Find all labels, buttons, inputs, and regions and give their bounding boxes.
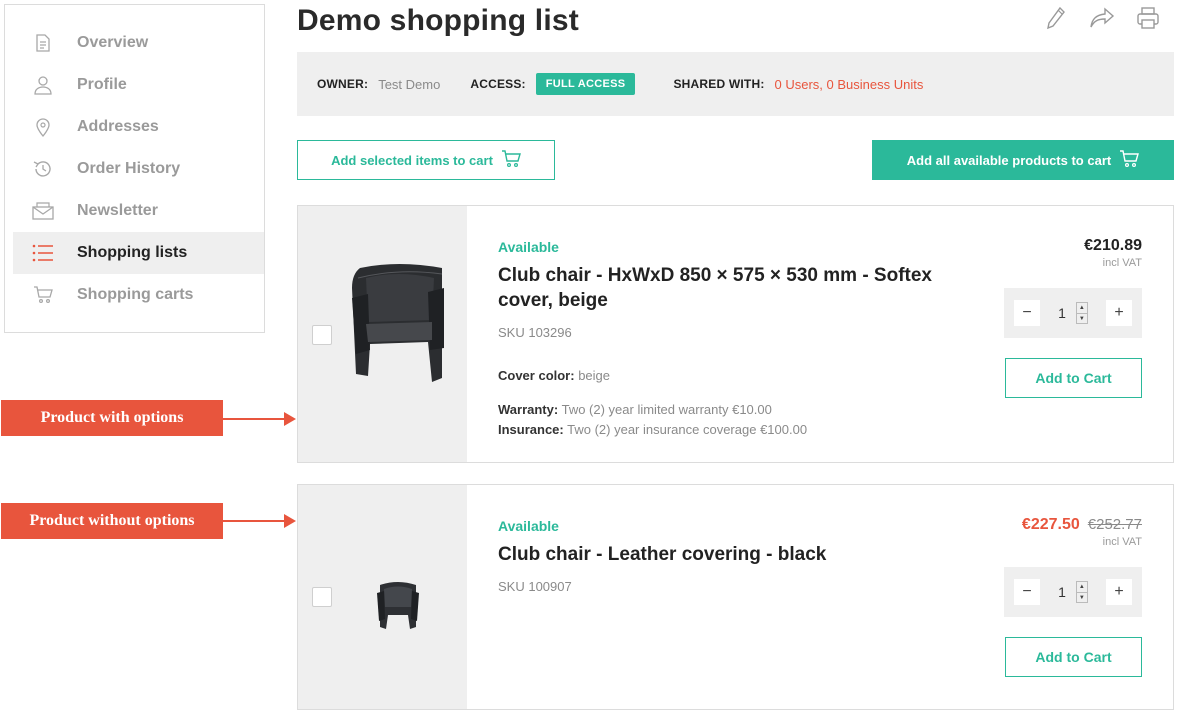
- availability-status: Available: [498, 518, 559, 534]
- option-insurance: Insurance: Two (2) year insurance covera…: [498, 422, 958, 437]
- price-block: €210.89 incl VAT: [1002, 237, 1142, 269]
- quantity-spinner[interactable]: ▲ ▼: [1075, 302, 1088, 324]
- increase-quantity-button[interactable]: +: [1105, 579, 1132, 605]
- access-badge: FULL ACCESS: [535, 73, 636, 95]
- option-label: Warranty:: [498, 402, 559, 417]
- list-info-bar: OWNER: Test Demo ACCESS: FULL ACCESS SHA…: [297, 52, 1174, 116]
- sidebar-item-label: Addresses: [77, 118, 159, 135]
- original-price: €252.77: [1087, 516, 1142, 533]
- product-name-link[interactable]: Club chair - Leather covering - black: [498, 542, 958, 567]
- quantity-stepper: − 1 ▲ ▼ +: [1004, 288, 1142, 338]
- product-price: €210.89: [1084, 237, 1142, 254]
- product-image-club-chair[interactable]: [376, 579, 420, 633]
- quantity-spinner[interactable]: ▲ ▼: [1075, 581, 1088, 603]
- price-line: €227.50 €252.77: [942, 516, 1142, 534]
- owner-label: OWNER:: [317, 77, 369, 91]
- option-value: Two (2) year insurance coverage €100.00: [567, 422, 808, 437]
- product-sku: SKU 103296: [498, 325, 572, 340]
- decrease-quantity-button[interactable]: −: [1014, 579, 1040, 605]
- product-image-column: [298, 485, 467, 709]
- access-label: ACCESS:: [470, 77, 526, 91]
- option-label: Insurance:: [498, 422, 564, 437]
- account-sidebar: Overview Profile Addresses Order History…: [4, 4, 265, 333]
- quantity-value: 1: [1058, 584, 1066, 600]
- cart-icon: [31, 283, 55, 307]
- product-image-column: [298, 206, 467, 462]
- sidebar-item-label: Profile: [77, 76, 127, 93]
- shared-with-link[interactable]: 0 Users, 0 Business Units: [775, 77, 924, 92]
- add-all-to-cart-button[interactable]: Add all available products to cart: [872, 140, 1174, 180]
- annotation-product-without-options: Product without options: [1, 503, 223, 539]
- cart-icon: [501, 149, 521, 171]
- add-to-cart-button[interactable]: Add to Cart: [1005, 637, 1142, 677]
- select-checkbox[interactable]: [312, 325, 332, 345]
- add-selected-to-cart-button[interactable]: Add selected items to cart: [297, 140, 555, 180]
- edit-icon[interactable]: [1043, 4, 1069, 32]
- sidebar-item-label: Shopping carts: [77, 286, 194, 303]
- sidebar-item-label: Shopping lists: [77, 244, 188, 261]
- annotation-product-with-options: Product with options: [1, 400, 223, 436]
- spin-up-icon[interactable]: ▲: [1076, 582, 1087, 593]
- annotation-arrow: [222, 514, 296, 528]
- option-warranty: Warranty: Two (2) year limited warranty …: [498, 402, 958, 417]
- user-icon: [31, 73, 55, 97]
- spin-down-icon[interactable]: ▼: [1077, 314, 1087, 324]
- quantity-field[interactable]: 1 ▲ ▼: [1058, 581, 1088, 603]
- price-block: €227.50 €252.77 incl VAT: [942, 516, 1142, 548]
- vat-note: incl VAT: [1102, 536, 1142, 548]
- sidebar-item-profile[interactable]: Profile: [5, 64, 264, 106]
- sidebar-item-addresses[interactable]: Addresses: [5, 106, 264, 148]
- decrease-quantity-button[interactable]: −: [1014, 300, 1040, 326]
- list-toolbar: [1043, 4, 1161, 32]
- shared-with-label: SHARED WITH:: [673, 77, 765, 91]
- add-selected-label: Add selected items to cart: [331, 152, 493, 168]
- add-all-label: Add all available products to cart: [906, 152, 1112, 168]
- quantity-value: 1: [1058, 305, 1066, 321]
- sidebar-item-label: Newsletter: [77, 202, 158, 219]
- sidebar-item-label: Overview: [77, 34, 149, 51]
- quantity-stepper: − 1 ▲ ▼ +: [1004, 567, 1142, 617]
- product-info: Available Club chair - Leather covering …: [498, 518, 958, 594]
- sidebar-item-order-history[interactable]: Order History: [5, 148, 264, 190]
- location-pin-icon: [31, 115, 55, 139]
- sidebar-item-label: Order History: [77, 160, 181, 177]
- sidebar-item-overview[interactable]: Overview: [5, 22, 264, 64]
- option-value: beige: [578, 368, 611, 383]
- envelope-icon: [31, 199, 55, 223]
- availability-status: Available: [498, 239, 559, 255]
- product-card-without-options: Available Club chair - Leather covering …: [297, 484, 1174, 710]
- option-value: Two (2) year limited warranty €10.00: [561, 402, 772, 417]
- spin-down-icon[interactable]: ▼: [1077, 593, 1087, 603]
- option-label: Cover color:: [498, 368, 575, 383]
- product-sku: SKU 100907: [498, 579, 572, 594]
- list-icon: [31, 241, 55, 265]
- sale-price: €227.50: [1021, 516, 1080, 533]
- share-icon[interactable]: [1089, 4, 1115, 32]
- select-checkbox[interactable]: [312, 587, 332, 607]
- owner-value: Test Demo: [378, 76, 441, 92]
- annotation-arrow: [222, 412, 296, 426]
- sidebar-item-shopping-carts[interactable]: Shopping carts: [5, 274, 264, 316]
- sidebar-item-shopping-lists[interactable]: Shopping lists: [13, 232, 264, 274]
- history-icon: [31, 157, 55, 181]
- sidebar-item-newsletter[interactable]: Newsletter: [5, 190, 264, 232]
- product-image-club-chair[interactable]: [348, 258, 448, 388]
- document-icon: [31, 31, 55, 55]
- product-info: Available Club chair - HxWxD 850 × 575 ×…: [498, 239, 958, 437]
- quantity-field[interactable]: 1 ▲ ▼: [1058, 302, 1088, 324]
- cart-icon: [1119, 149, 1140, 171]
- page-title: Demo shopping list: [297, 4, 579, 37]
- option-cover-color: Cover color: beige: [498, 368, 958, 383]
- print-icon[interactable]: [1135, 4, 1161, 32]
- product-name-link[interactable]: Club chair - HxWxD 850 × 575 × 530 mm - …: [498, 263, 958, 313]
- product-card-with-options: Available Club chair - HxWxD 850 × 575 ×…: [297, 205, 1174, 463]
- spin-up-icon[interactable]: ▲: [1076, 303, 1087, 314]
- add-to-cart-button[interactable]: Add to Cart: [1005, 358, 1142, 398]
- vat-note: incl VAT: [1102, 257, 1142, 269]
- increase-quantity-button[interactable]: +: [1105, 300, 1132, 326]
